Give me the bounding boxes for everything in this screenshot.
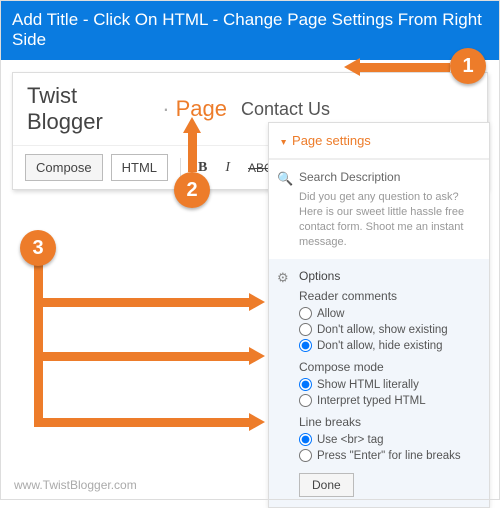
line-breaks-label: Line breaks [299,415,477,429]
radio-interpret[interactable]: Interpret typed HTML [299,394,477,407]
instruction-banner: Add Title - Click On HTML - Change Page … [0,0,500,60]
search-icon: 🔍 [277,171,293,187]
radio-dont-hide[interactable]: Don't allow, hide existing [299,339,477,352]
arrow-2-line [188,132,197,172]
radio-dont-show[interactable]: Don't allow, show existing [299,323,477,336]
callout-1: 1 [450,48,486,84]
reader-comments-label: Reader comments [299,289,477,303]
gear-icon: ⚙ [277,270,289,286]
arrow-3-head-3 [249,413,265,431]
arrow-3-branch-1 [34,298,249,307]
arrow-2-head [183,117,201,133]
italic-button[interactable]: I [220,158,235,178]
radio-enter[interactable]: Press "Enter" for line breaks [299,449,477,462]
html-button[interactable]: HTML [111,154,168,181]
callout-3: 3 [20,230,56,266]
options-section: ⚙ Options Reader comments Allow Don't al… [269,259,489,507]
radio-allow-label: Allow [317,308,344,320]
search-description-text: Did you get any question to ask? Here is… [299,190,477,249]
panel-header[interactable]: Page settings [269,123,489,159]
page-title-input[interactable] [241,99,473,120]
arrow-3-head-2 [249,347,265,365]
arrow-1-head [344,58,360,76]
done-button[interactable]: Done [299,473,354,497]
radio-dont-hide-label: Don't allow, hide existing [317,340,443,352]
arrow-3-trunk [34,265,43,425]
breadcrumb-separator: · [156,96,175,122]
footer-url: www.TwistBlogger.com [14,478,137,492]
radio-interpret-label: Interpret typed HTML [317,395,426,407]
callout-2: 2 [174,172,210,208]
radio-dont-show-label: Don't allow, show existing [317,324,448,336]
search-description-section[interactable]: 🔍 Search Description Did you get any que… [269,159,489,259]
radio-show-literal[interactable]: Show HTML literally [299,378,477,391]
arrow-1-line [360,63,450,72]
arrow-3-branch-2 [34,352,249,361]
radio-allow[interactable]: Allow [299,307,477,320]
search-description-title: Search Description [299,170,477,184]
options-title: Options [299,269,477,283]
radio-br-tag[interactable]: Use <br> tag [299,433,477,446]
radio-show-literal-label: Show HTML literally [317,379,419,391]
breadcrumb-site: Twist Blogger [27,83,156,135]
page-settings-panel: Page settings 🔍 Search Description Did y… [268,122,490,508]
arrow-3-head-1 [249,293,265,311]
compose-mode-label: Compose mode [299,360,477,374]
radio-br-tag-label: Use <br> tag [317,434,383,446]
arrow-3-branch-3 [34,418,249,427]
compose-button[interactable]: Compose [25,154,103,181]
radio-enter-label: Press "Enter" for line breaks [317,450,461,462]
